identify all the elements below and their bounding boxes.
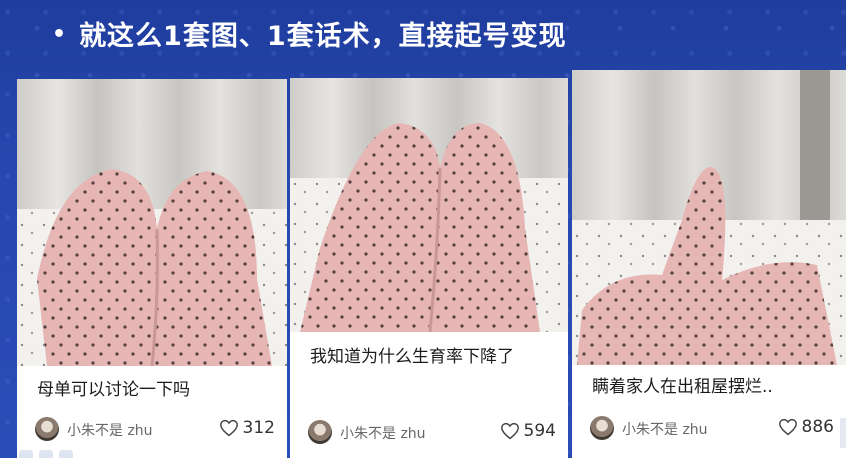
scroll-edge — [840, 418, 846, 448]
post-caption: 母单可以讨论一下吗 — [37, 380, 190, 400]
like-count: 594 — [523, 421, 556, 441]
post-meta: 小朱不是 zhu 886 — [590, 414, 838, 442]
post-photo[interactable] — [17, 79, 287, 366]
avatar[interactable] — [590, 416, 614, 440]
legs-photo — [290, 78, 568, 332]
like-count: 312 — [242, 418, 275, 438]
like-button[interactable]: 886 — [778, 417, 834, 437]
post-meta: 小朱不是 zhu 312 — [35, 415, 279, 443]
avatar[interactable] — [308, 420, 332, 444]
author-name[interactable]: 小朱不是 zhu — [622, 419, 708, 439]
post-photo[interactable] — [572, 70, 846, 365]
post-photo[interactable] — [290, 78, 568, 332]
heart-icon — [500, 422, 519, 440]
corner-controls — [19, 450, 73, 458]
post-meta: 小朱不是 zhu 594 — [308, 418, 560, 446]
arrow-icon[interactable] — [59, 450, 73, 458]
bullet-icon: • — [52, 22, 68, 47]
heart-icon — [778, 418, 797, 436]
post-card[interactable]: 瞒着家人在出租屋摆烂.. 小朱不是 zhu 886 — [572, 70, 846, 458]
heart-icon — [219, 419, 238, 437]
post-card[interactable]: 母单可以讨论一下吗 小朱不是 zhu 312 — [17, 79, 287, 458]
like-button[interactable]: 312 — [219, 418, 275, 438]
avatar[interactable] — [35, 417, 59, 441]
cc-icon[interactable] — [19, 450, 33, 458]
slide-headline: • 就这么1套图、1套话术，直接起号变现 — [52, 14, 567, 53]
like-button[interactable]: 594 — [500, 421, 556, 441]
legs-photo — [572, 70, 846, 365]
post-card[interactable]: 我知道为什么生育率下降了 小朱不是 zhu 594 — [290, 78, 568, 458]
like-count: 886 — [801, 417, 834, 437]
legs-photo — [17, 79, 287, 366]
chat-icon[interactable] — [39, 450, 53, 458]
post-caption: 瞒着家人在出租屋摆烂.. — [592, 377, 773, 397]
post-caption: 我知道为什么生育率下降了 — [310, 347, 514, 367]
headline-text: 就这么1套图、1套话术，直接起号变现 — [79, 21, 567, 52]
author-name[interactable]: 小朱不是 zhu — [340, 423, 426, 443]
author-name[interactable]: 小朱不是 zhu — [67, 420, 153, 440]
